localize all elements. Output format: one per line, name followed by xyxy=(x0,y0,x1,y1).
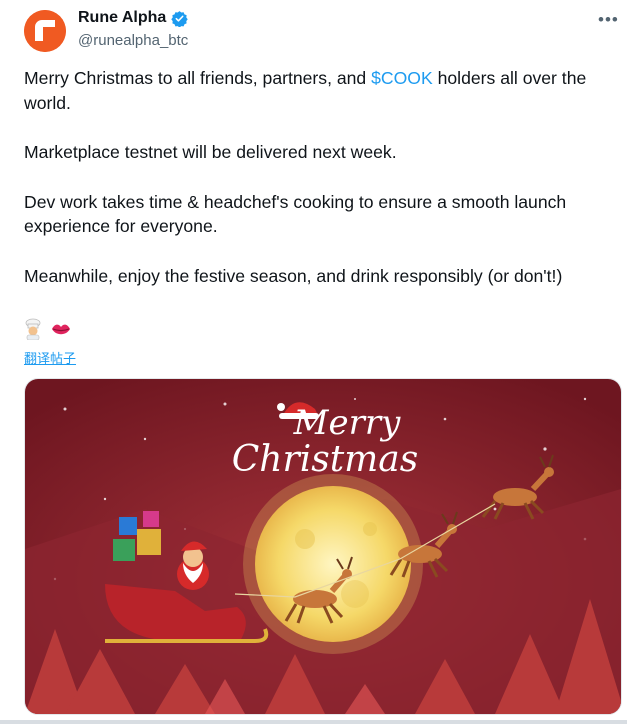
avatar[interactable] xyxy=(24,10,66,52)
post-text: Merry Christmas to all friends, partners… xyxy=(24,66,619,288)
post-paragraph-2: Marketplace testnet will be delivered ne… xyxy=(24,142,397,162)
post-paragraph-3: Dev work takes time & headchef's cooking… xyxy=(24,191,567,237)
kiss-mark-emoji-icon xyxy=(52,324,70,335)
author-name-row: Rune Alpha xyxy=(78,9,189,27)
post-paragraph-4: Meanwhile, enjoy the festive season, and… xyxy=(24,265,563,286)
post-image[interactable]: Merry Christmas xyxy=(24,378,622,715)
post-card: Rune Alpha @runealpha_btc ••• Merry Chri… xyxy=(0,0,627,724)
christmas-illustration: Merry Christmas xyxy=(25,379,621,714)
greeting-line-2: Christmas xyxy=(232,439,418,480)
more-options-icon[interactable]: ••• xyxy=(598,10,619,30)
verified-badge-icon xyxy=(171,10,189,27)
rune-alpha-logo-icon xyxy=(24,10,66,52)
card-bottom-edge xyxy=(0,720,627,724)
author-handle[interactable]: @runealpha_btc xyxy=(78,32,188,49)
chef-emoji-icon xyxy=(25,318,41,340)
cashtag-link[interactable]: $COOK xyxy=(371,68,433,88)
greeting-line-1: Merry xyxy=(293,403,401,443)
translate-post-link[interactable]: 翻译帖子 xyxy=(24,348,76,367)
post-paragraph-1: Merry Christmas to all friends, partners… xyxy=(24,68,587,113)
author-display-name[interactable]: Rune Alpha xyxy=(78,9,166,27)
emoji-row xyxy=(22,318,72,340)
